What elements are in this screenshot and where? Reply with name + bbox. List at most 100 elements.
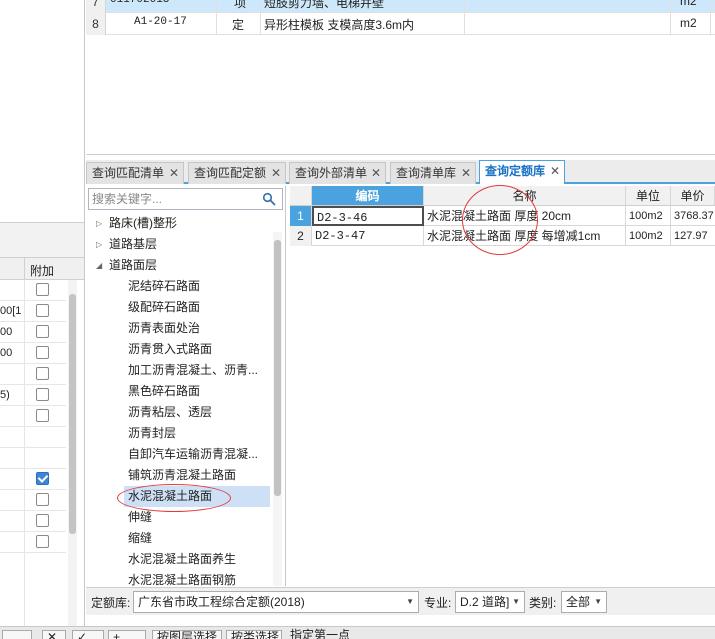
tree-item[interactable]: 铺筑沥青混凝土路面 [124, 465, 270, 486]
left-grid-row[interactable] [0, 532, 66, 553]
plus-icon: + [113, 630, 121, 639]
tree-item-label: 沥青封层 [128, 426, 177, 440]
left-grid-scroll-thumb[interactable] [69, 294, 76, 534]
addon-checkbox[interactable] [36, 346, 49, 359]
table-row[interactable]: 8 A1-20-17 定 异形柱模板 支模高度3.6m内 m2 [86, 13, 715, 35]
row-code[interactable]: D2-3-46 [312, 206, 424, 226]
left-grid-row[interactable] [0, 490, 66, 511]
tab-query-bill-library[interactable]: 查询清单库 ✕ [390, 162, 476, 184]
addon-checkbox[interactable] [36, 535, 49, 548]
left-side-panel: 附加 00[1 00 00 5) [0, 0, 85, 626]
tab-label: 查询清单库 [396, 166, 457, 180]
cancel-button[interactable]: ✕ [42, 630, 66, 639]
tree-item-label: 铺筑沥青混凝土路面 [128, 468, 237, 482]
tree-item-label: 黑色碎石路面 [128, 384, 201, 398]
left-grid-row[interactable]: 5) [0, 385, 66, 406]
tree-item[interactable]: 水泥混凝土路面养生 [124, 549, 270, 570]
left-grid-row[interactable] [0, 448, 66, 469]
tree-item[interactable]: 沥青贯入式路面 [124, 339, 270, 360]
tree-item[interactable]: 沥青粘层、透层 [124, 402, 270, 423]
addon-checkbox[interactable] [36, 493, 49, 506]
column-header-name[interactable]: 名称 [424, 186, 626, 206]
row-code[interactable]: D2-3-47 [312, 226, 424, 246]
chevron-down-icon[interactable]: ▼ [406, 592, 414, 612]
row-number: 2 [290, 226, 312, 246]
left-grid-cell-text: 00 [0, 347, 13, 359]
left-grid-row[interactable] [0, 427, 66, 448]
tree-item-label: 加工沥青混凝土、沥青... [128, 363, 259, 377]
tree-item[interactable]: 沥青封层 [124, 423, 270, 444]
addon-checkbox[interactable] [36, 367, 49, 380]
tree-item[interactable]: 沥青表面处治 [124, 318, 270, 339]
tree-item-label: 自卸汽车运输沥青混凝... [128, 447, 259, 461]
tree-scroll-thumb[interactable] [274, 240, 281, 496]
add-button[interactable]: + [108, 630, 146, 639]
row-type: 项 [234, 0, 247, 10]
filter-bar: 定额库: 广东省市政工程综合定额(2018) ▼ 专业: D.2 道路] ▼ 类… [86, 587, 715, 615]
tree-item[interactable]: 泥结碎石路面 [124, 276, 270, 297]
addon-checkbox[interactable] [36, 514, 49, 527]
left-grid-row[interactable] [0, 511, 66, 532]
left-grid-row[interactable] [0, 364, 66, 385]
chevron-down-icon[interactable]: ▼ [512, 592, 520, 612]
tree-item-label: 级配碎石路面 [128, 300, 201, 314]
close-icon[interactable]: ✕ [271, 163, 281, 183]
tab-query-quota-library[interactable]: 查询定额库 ✕ [479, 160, 565, 184]
close-icon[interactable]: ✕ [550, 161, 560, 181]
table-row[interactable]: 1 D2-3-46 水泥混凝土路面 厚度 20cm 100m2 3768.37 [290, 206, 715, 226]
library-select[interactable]: 广东省市政工程综合定额(2018) ▼ [133, 591, 419, 613]
close-icon[interactable]: ✕ [169, 163, 179, 183]
search-box[interactable] [88, 188, 283, 210]
column-header-code[interactable]: 编码 [312, 186, 424, 206]
addon-checkbox[interactable] [36, 472, 49, 485]
row-code: 011702013 [110, 0, 170, 6]
left-grid-row[interactable]: 00 [0, 322, 66, 343]
addon-checkbox[interactable] [36, 283, 49, 296]
search-input[interactable] [89, 189, 259, 209]
left-grid-row[interactable] [0, 280, 66, 301]
expand-arrow-icon[interactable]: ▷ [96, 234, 102, 255]
close-icon[interactable]: ✕ [371, 163, 381, 183]
tree-item-label: 沥青表面处治 [128, 321, 201, 335]
column-header-unit[interactable]: 单位 [626, 186, 671, 206]
addon-checkbox[interactable] [36, 409, 49, 422]
tree-item[interactable]: ▷ 路床(槽)整形 [94, 213, 270, 234]
tree-item[interactable]: 缩缝 [124, 528, 270, 549]
tab-query-matched-quota[interactable]: 查询匹配定额 ✕ [188, 162, 286, 184]
select-by-type-button[interactable]: 按类选择 [226, 630, 282, 639]
tree-scrollbar[interactable] [273, 232, 282, 586]
search-icon[interactable] [262, 192, 276, 206]
tree-item[interactable]: ▷ 道路基层 [94, 234, 270, 255]
tree-item[interactable]: 加工沥青混凝土、沥青... [124, 360, 270, 381]
addon-checkbox[interactable] [36, 325, 49, 338]
left-grid-row[interactable] [0, 469, 66, 490]
left-grid-row[interactable] [0, 406, 66, 427]
select-by-layer-button[interactable]: 按图层选择 [152, 630, 222, 639]
left-grid-cell-text: 00 [0, 326, 13, 338]
tree-item[interactable]: ◢ 道路面层 [94, 255, 270, 276]
addon-checkbox[interactable] [36, 388, 49, 401]
select-mode-button[interactable] [2, 630, 32, 639]
tree-item[interactable]: 水泥混凝土路面 [124, 486, 270, 507]
close-icon[interactable]: ✕ [461, 163, 471, 183]
chevron-down-icon[interactable]: ▼ [594, 592, 602, 612]
left-grid-row[interactable]: 00[1 [0, 301, 66, 322]
left-grid-scrollbar[interactable] [68, 280, 77, 626]
tree-item[interactable]: 自卸汽车运输沥青混凝... [124, 444, 270, 465]
close-icon: ✕ [47, 630, 58, 639]
collapse-arrow-icon[interactable]: ◢ [96, 255, 102, 276]
table-row[interactable]: 2 D2-3-47 水泥混凝土路面 厚度 每增减1cm 100m2 127.97 [290, 226, 715, 246]
confirm-button[interactable]: ✓ [72, 630, 104, 639]
tab-query-external-bill[interactable]: 查询外部清单 ✕ [289, 162, 386, 184]
addon-checkbox[interactable] [36, 304, 49, 317]
tree-item[interactable]: 级配碎石路面 [124, 297, 270, 318]
expand-arrow-icon[interactable]: ▷ [96, 213, 102, 234]
column-header-price[interactable]: 单价 [671, 186, 715, 206]
tab-query-matched-bill[interactable]: 查询匹配清单 ✕ [86, 162, 184, 184]
category-select[interactable]: 全部 ▼ [561, 591, 607, 613]
left-grid-row[interactable]: 00 [0, 343, 66, 364]
table-row[interactable]: 7 011702013 项 短肢剪力墙、电梯井壁 m2 [86, 0, 715, 13]
tree-item[interactable]: 伸缝 [124, 507, 270, 528]
major-select[interactable]: D.2 道路] ▼ [455, 591, 525, 613]
tree-item[interactable]: 黑色碎石路面 [124, 381, 270, 402]
